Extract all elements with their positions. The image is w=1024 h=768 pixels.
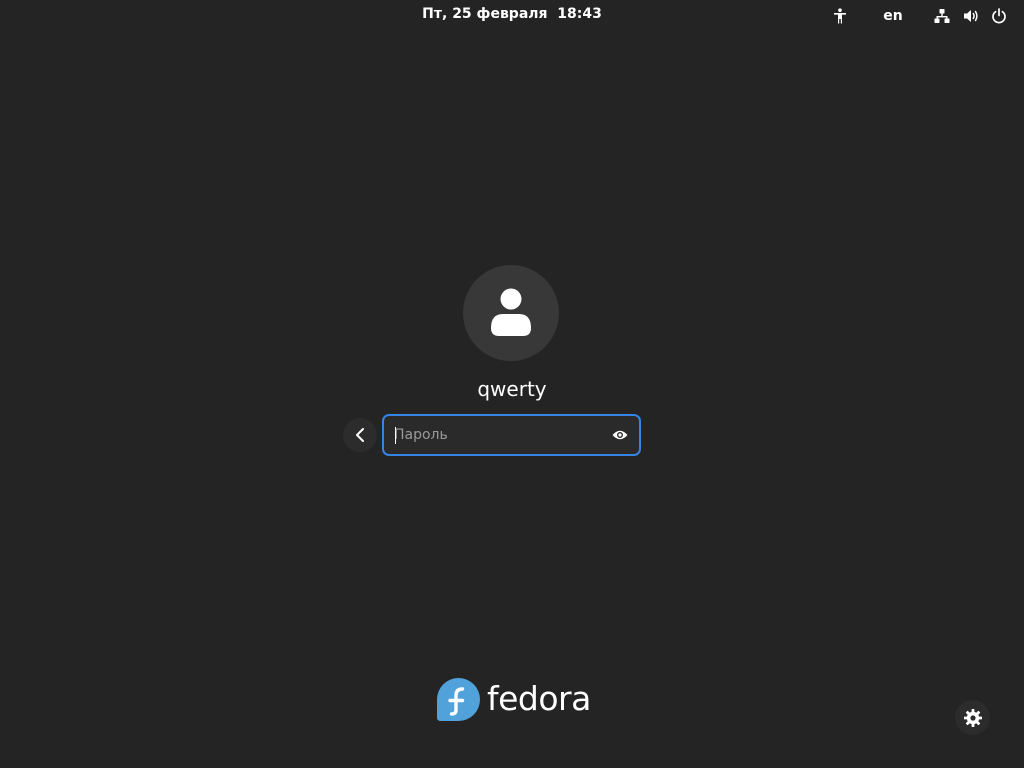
session-settings-button[interactable] (955, 700, 990, 735)
login-screen: Пт, 25 февраля 18:43 en qwerty fedora (0, 0, 1024, 768)
power-icon (992, 8, 1006, 24)
fedora-logo-icon (437, 677, 480, 721)
volume-status[interactable] (961, 4, 981, 28)
network-icon (934, 9, 950, 23)
chevron-left-icon (356, 428, 364, 442)
username-label: qwerty (477, 377, 547, 401)
fedora-wordmark: fedora (487, 679, 591, 718)
volume-icon (963, 10, 978, 22)
back-button[interactable] (343, 418, 377, 452)
user-icon (491, 288, 531, 336)
gear-icon (963, 708, 982, 727)
password-field[interactable] (382, 414, 641, 456)
accessibility-icon (834, 8, 846, 24)
top-bar: Пт, 25 февраля 18:43 en (0, 0, 1024, 32)
password-input[interactable] (394, 416, 594, 454)
network-status[interactable] (932, 4, 952, 28)
clock-container: Пт, 25 февраля 18:43 (0, 6, 1024, 22)
text-caret (395, 427, 396, 444)
clock[interactable]: Пт, 25 февраля 18:43 (422, 6, 602, 22)
user-avatar (463, 265, 559, 361)
username-container: qwerty (0, 377, 1024, 401)
accessibility-menu-button[interactable] (830, 4, 850, 28)
fedora-logo: fedora (437, 677, 591, 721)
language-indicator[interactable]: en (878, 4, 908, 28)
eye-icon (612, 430, 628, 440)
show-password-button[interactable] (611, 426, 629, 444)
power-menu-button[interactable] (989, 4, 1009, 28)
